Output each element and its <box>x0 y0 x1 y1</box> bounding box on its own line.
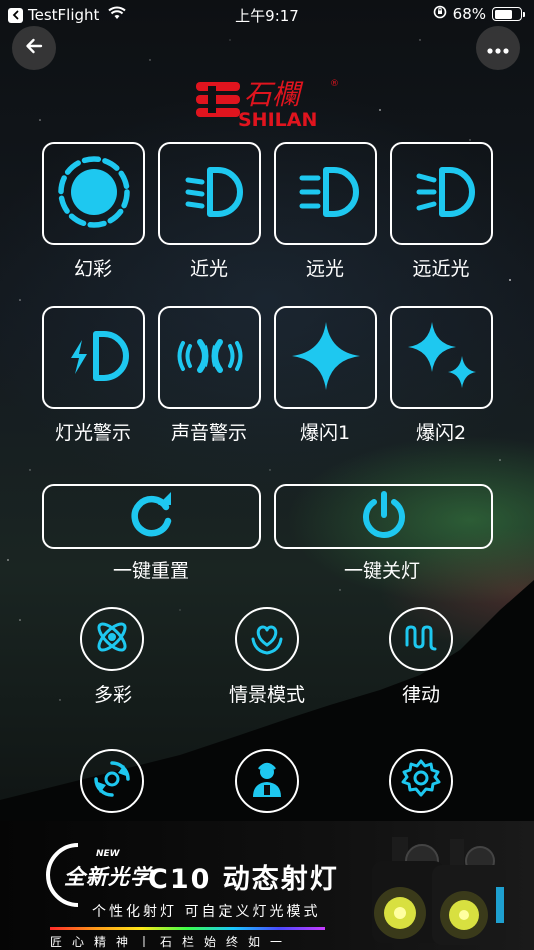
settings-gear-icon <box>399 757 443 805</box>
power-icon <box>358 489 410 545</box>
sound-warning-icon <box>170 316 250 400</box>
promo-banner[interactable]: NEW 全新光学 C10 动态射灯 个性化射灯 可自定义灯光模式 匠心精神丨石栏… <box>0 821 534 950</box>
product-lamps-image <box>372 837 506 945</box>
tile-high-beam[interactable] <box>274 142 377 245</box>
mode-colorful-label: 多彩 <box>93 684 132 706</box>
lights-off-label: 一键关灯 <box>343 560 420 582</box>
tile-low-beam[interactable] <box>158 142 261 245</box>
high-beam-icon <box>286 152 366 236</box>
brand-latin: SHILAN <box>238 109 317 130</box>
tile-high-low-beam[interactable] <box>390 142 493 245</box>
mode-colorful-button[interactable] <box>80 607 144 671</box>
tile-sound-warning[interactable] <box>158 306 261 409</box>
brand-chinese: 石欄 <box>244 78 304 111</box>
banner-motto: 匠心精神丨石栏始终如一 <box>50 935 293 949</box>
status-bar: TestFlight 上午9:17 68% <box>0 0 534 30</box>
tile-label-strobe-2: 爆闪2 <box>415 422 467 444</box>
rhythm-icon <box>399 615 443 663</box>
settings-button[interactable] <box>389 749 453 813</box>
high-low-beam-icon <box>402 152 482 236</box>
double-sparkle-icon <box>402 316 482 400</box>
sparkle-icon <box>286 316 366 400</box>
banner-spectrum-line <box>50 927 325 930</box>
atom-icon <box>90 615 134 663</box>
heart-hands-icon <box>245 615 289 663</box>
low-beam-icon <box>170 152 250 236</box>
orientation-lock-icon <box>433 5 447 23</box>
tile-strobe-2[interactable] <box>390 306 493 409</box>
light-warning-icon <box>54 316 134 400</box>
banner-headline-2: C10 动态射灯 <box>148 864 339 895</box>
reset-icon <box>126 489 178 545</box>
tile-label-light-warning: 灯光警示 <box>54 422 131 444</box>
tile-label-magic-color: 幻彩 <box>73 258 112 280</box>
tile-label-sound-warning: 声音警示 <box>170 422 247 444</box>
lights-off-button[interactable] <box>274 484 493 549</box>
back-button[interactable] <box>12 26 56 70</box>
tile-label-high-beam: 远光 <box>305 258 344 280</box>
cycle-button[interactable] <box>80 749 144 813</box>
battery-percent: 68% <box>452 5 486 23</box>
mode-rhythm-label: 律动 <box>401 684 440 706</box>
support-button[interactable] <box>235 749 299 813</box>
banner-subtitle: 个性化射灯 可自定义灯光模式 <box>92 904 321 920</box>
tile-light-warning[interactable] <box>42 306 145 409</box>
more-button[interactable] <box>476 26 520 70</box>
reset-label: 一键重置 <box>112 560 189 582</box>
banner-new-tag: NEW <box>96 849 120 859</box>
arrow-left-icon <box>24 36 44 60</box>
tile-magic-color[interactable] <box>42 142 145 245</box>
brand-registered: ® <box>330 79 339 89</box>
tile-label-strobe-1: 爆闪1 <box>299 422 351 444</box>
sun-icon <box>54 152 134 236</box>
rotate-cycle-icon <box>90 757 134 805</box>
brand-logo: 石欄 ® SHILAN <box>194 72 344 131</box>
tile-label-low-beam: 近光 <box>189 258 228 280</box>
mode-scene-label: 情景模式 <box>228 684 305 706</box>
mode-scene-button[interactable] <box>235 607 299 671</box>
tile-strobe-1[interactable] <box>274 306 377 409</box>
mode-rhythm-button[interactable] <box>389 607 453 671</box>
battery-icon <box>492 7 525 21</box>
tile-label-high-low-beam: 远近光 <box>412 258 470 280</box>
ellipsis-icon <box>487 39 509 58</box>
reset-button[interactable] <box>42 484 261 549</box>
banner-headline-1: 全新光学 <box>64 865 152 889</box>
person-support-icon <box>245 757 289 805</box>
